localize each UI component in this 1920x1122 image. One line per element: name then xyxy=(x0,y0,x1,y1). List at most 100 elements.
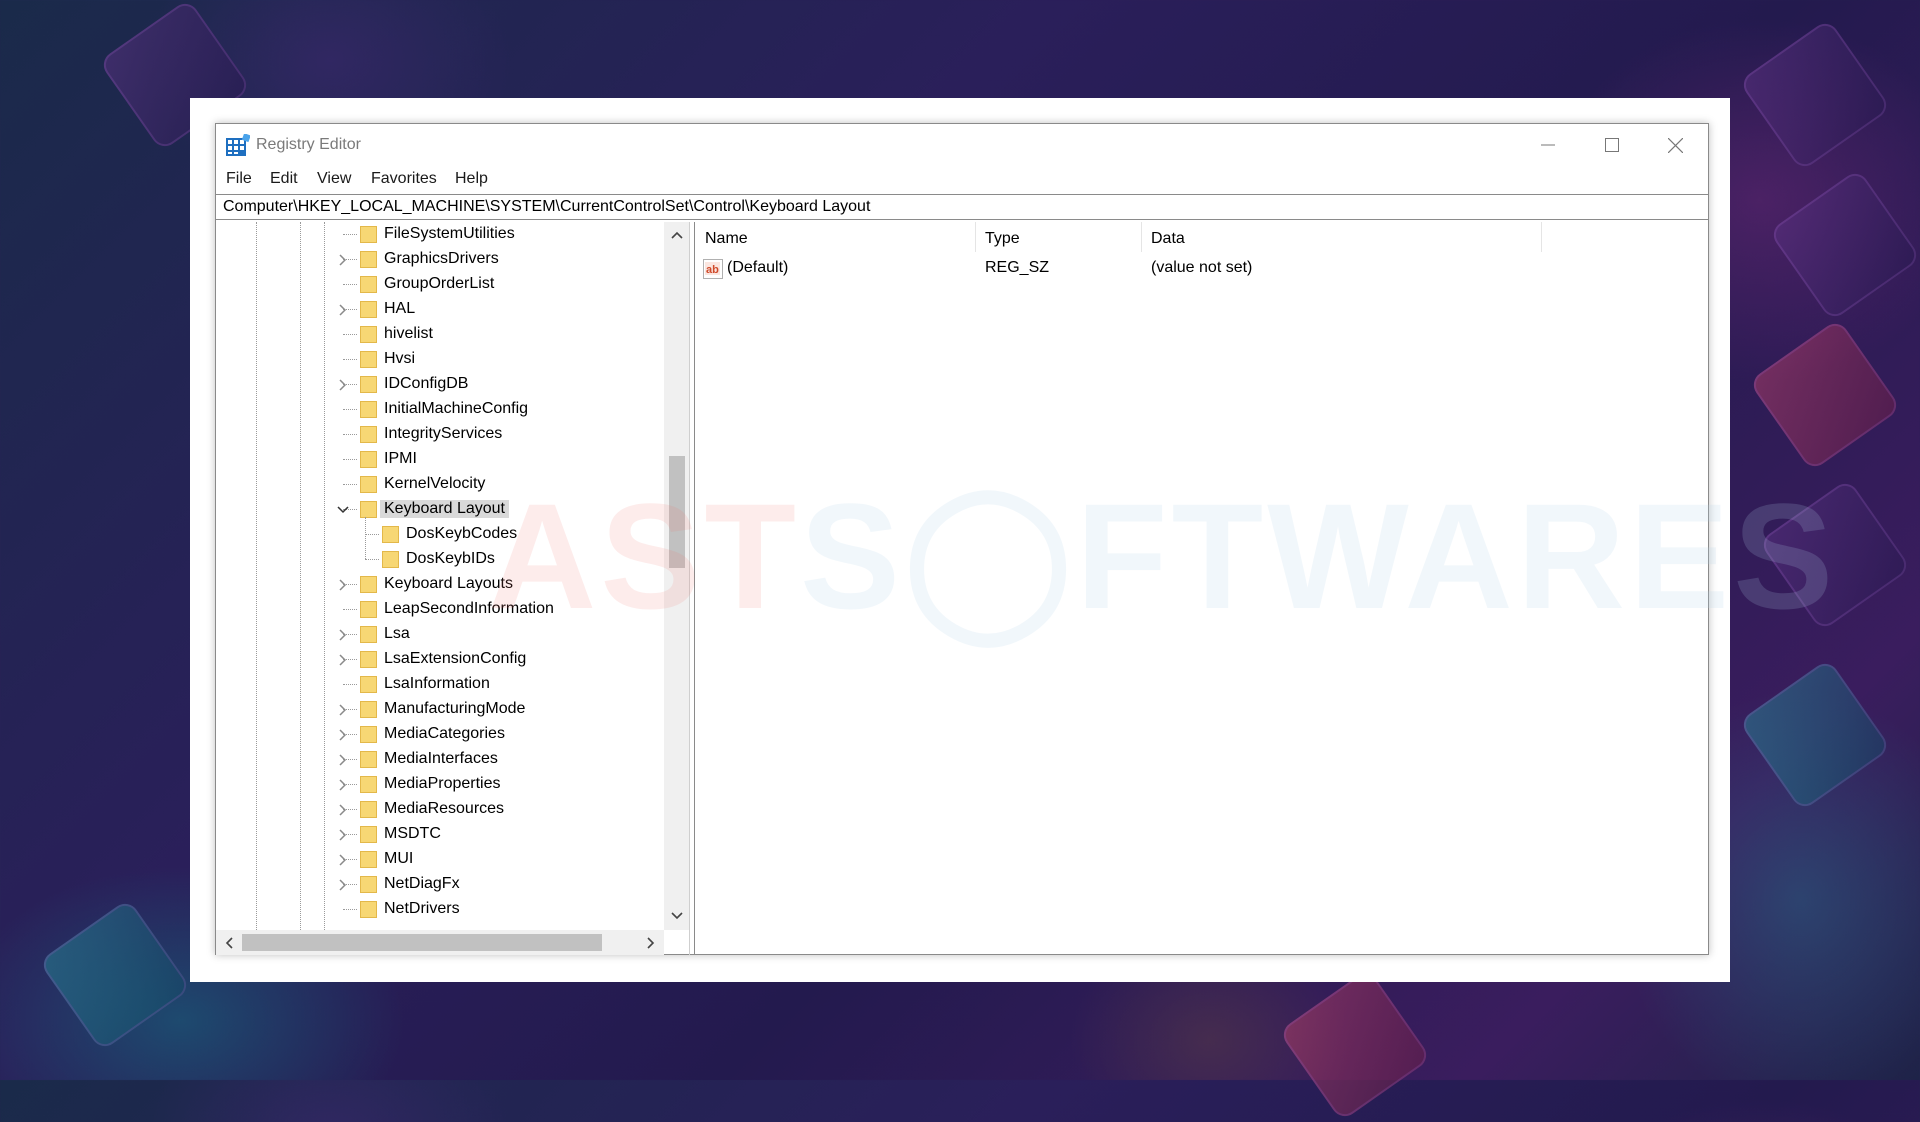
expand-toggle-closed[interactable] xyxy=(336,747,350,772)
horizontal-scroll-thumb[interactable] xyxy=(242,934,602,951)
tree-item[interactable]: FileSystemUtilities xyxy=(216,222,656,247)
expand-toggle-closed[interactable] xyxy=(336,872,350,897)
column-header-name[interactable]: Name xyxy=(695,222,975,252)
tree-item[interactable]: LsaExtensionConfig xyxy=(216,647,656,672)
tree-item[interactable]: HAL xyxy=(216,297,656,322)
column-divider[interactable] xyxy=(1541,222,1542,252)
expand-toggle-closed[interactable] xyxy=(336,372,350,397)
folder-icon xyxy=(360,276,377,293)
tree-item[interactable]: LeapSecondInformation xyxy=(216,597,656,622)
registry-editor-icon xyxy=(226,134,250,156)
background-key xyxy=(1758,478,1912,632)
scroll-up-button[interactable] xyxy=(666,224,688,246)
column-header-data[interactable]: Data xyxy=(1141,222,1541,252)
folder-icon xyxy=(360,476,377,493)
tree-item-label: IPMI xyxy=(384,450,417,467)
tree-item[interactable]: MediaResources xyxy=(216,797,656,822)
window-title: Registry Editor xyxy=(256,136,361,153)
tree-connector-line xyxy=(343,459,357,460)
scroll-right-button[interactable] xyxy=(640,932,662,954)
tree-item[interactable]: DosKeybIDs xyxy=(216,547,656,572)
tree-item[interactable]: IDConfigDB xyxy=(216,372,656,397)
expand-toggle-open[interactable] xyxy=(336,497,350,522)
expand-toggle-closed[interactable] xyxy=(336,797,350,822)
folder-icon xyxy=(360,801,377,818)
maximize-button[interactable] xyxy=(1582,124,1642,166)
menu-help[interactable]: Help xyxy=(455,170,488,188)
tree-item[interactable]: GroupOrderList xyxy=(216,272,656,297)
folder-icon xyxy=(360,751,377,768)
address-path[interactable]: Computer\HKEY_LOCAL_MACHINE\SYSTEM\Curre… xyxy=(223,198,870,216)
minimize-button[interactable] xyxy=(1518,124,1578,166)
tree-item-label: HAL xyxy=(384,300,416,317)
tree-item[interactable]: MediaCategories xyxy=(216,722,656,747)
background-key xyxy=(1768,168,1920,322)
menu-edit[interactable]: Edit xyxy=(270,170,298,188)
tree-item[interactable]: MediaInterfaces xyxy=(216,747,656,772)
expand-toggle-closed[interactable] xyxy=(336,247,350,272)
values-list-pane[interactable]: Name Type Data ab (Default) REG_SZ (valu… xyxy=(694,222,1708,955)
expand-toggle-closed[interactable] xyxy=(336,847,350,872)
tree-item-label: DosKeybCodes xyxy=(406,525,518,542)
tree-item[interactable]: ManufacturingMode xyxy=(216,697,656,722)
tree-item[interactable]: NetDrivers xyxy=(216,897,656,922)
tree-item[interactable]: hivelist xyxy=(216,322,656,347)
tree-item[interactable]: Keyboard Layout xyxy=(216,497,656,522)
scroll-left-button[interactable] xyxy=(218,932,240,954)
expand-toggle-closed[interactable] xyxy=(336,297,350,322)
tree-item-label: DosKeybIDs xyxy=(406,550,495,567)
tree-vertical-scrollbar[interactable] xyxy=(664,222,689,930)
expand-toggle-closed[interactable] xyxy=(336,772,350,797)
expand-toggle-closed[interactable] xyxy=(336,647,350,672)
menu-file[interactable]: File xyxy=(226,170,252,188)
tree-item[interactable]: Keyboard Layouts xyxy=(216,572,656,597)
tree-item-label: hivelist xyxy=(384,325,433,342)
tree-connector-line xyxy=(343,334,357,335)
expand-toggle-closed[interactable] xyxy=(336,622,350,647)
address-bar[interactable]: Computer\HKEY_LOCAL_MACHINE\SYSTEM\Curre… xyxy=(216,194,1708,220)
column-header-data-label: Data xyxy=(1151,230,1185,247)
tree-item[interactable]: InitialMachineConfig xyxy=(216,397,656,422)
vertical-scroll-thumb[interactable] xyxy=(669,456,685,568)
tree-item-label: MediaProperties xyxy=(384,775,501,792)
chevron-right-icon xyxy=(339,628,347,641)
close-button[interactable] xyxy=(1645,124,1705,166)
expand-toggle-closed[interactable] xyxy=(336,722,350,747)
folder-icon xyxy=(360,601,377,618)
tree-item[interactable]: LsaInformation xyxy=(216,672,656,697)
tree-item[interactable]: MUI xyxy=(216,847,656,872)
value-row[interactable]: ab (Default) REG_SZ (value not set) xyxy=(695,256,1708,282)
folder-icon xyxy=(360,576,377,593)
tree-item[interactable]: IntegrityServices xyxy=(216,422,656,447)
tree-item[interactable]: IPMI xyxy=(216,447,656,472)
chevron-right-icon xyxy=(339,303,347,316)
folder-icon xyxy=(360,701,377,718)
tree-item-label: NetDiagFx xyxy=(384,875,460,892)
expand-toggle-closed[interactable] xyxy=(336,822,350,847)
tree-item[interactable]: MSDTC xyxy=(216,822,656,847)
tree-connector-line xyxy=(343,684,357,685)
tree-item[interactable]: MediaProperties xyxy=(216,772,656,797)
tree-item-label: Keyboard Layouts xyxy=(384,575,513,592)
chevron-left-icon xyxy=(225,937,233,949)
scroll-down-button[interactable] xyxy=(666,905,688,927)
expand-toggle-closed[interactable] xyxy=(336,572,350,597)
tree-item-label: LeapSecondInformation xyxy=(384,600,554,617)
tree-item-label: MSDTC xyxy=(384,825,441,842)
folder-icon xyxy=(360,426,377,443)
tree-horizontal-scrollbar[interactable] xyxy=(216,930,664,955)
menu-favorites[interactable]: Favorites xyxy=(371,170,437,188)
tree-item[interactable]: KernelVelocity xyxy=(216,472,656,497)
chevron-right-icon xyxy=(339,778,347,791)
column-header-type[interactable]: Type xyxy=(975,222,1141,252)
expand-toggle-closed[interactable] xyxy=(336,697,350,722)
menu-view[interactable]: View xyxy=(317,170,351,188)
tree-item[interactable]: GraphicsDrivers xyxy=(216,247,656,272)
title-bar[interactable]: Registry Editor xyxy=(216,124,1708,166)
tree-item[interactable]: NetDiagFx xyxy=(216,872,656,897)
tree-item[interactable]: Lsa xyxy=(216,622,656,647)
tree-item[interactable]: Hvsi xyxy=(216,347,656,372)
tree-item[interactable]: DosKeybCodes xyxy=(216,522,656,547)
folder-icon xyxy=(360,251,377,268)
folder-icon xyxy=(360,326,377,343)
